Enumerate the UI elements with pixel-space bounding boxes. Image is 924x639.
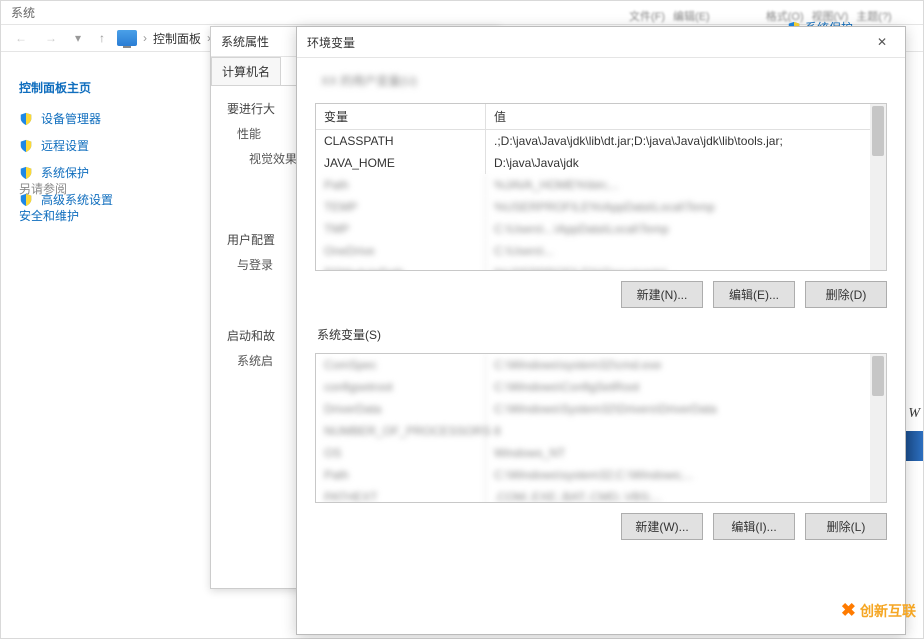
table-row[interactable]: PSModulePath%USERPROFILE%\Documents\... — [316, 262, 886, 271]
scrollbar[interactable] — [870, 104, 886, 270]
cell-val: 8 — [486, 420, 886, 442]
sidebar-item-label: 设备管理器 — [41, 110, 101, 127]
sys-delete-button[interactable]: 删除(L) — [805, 513, 887, 540]
cell-var: NUMBER_OF_PROCESSORS — [316, 420, 486, 442]
cell-var: JAVA_HOME — [316, 152, 486, 174]
footer-link[interactable]: 安全和维护 — [19, 207, 79, 224]
cell-val: %USERPROFILE%\Documents\... — [486, 262, 886, 271]
cell-val: %USERPROFILE%\AppData\Local\Temp — [486, 196, 886, 218]
scroll-thumb[interactable] — [872, 356, 884, 396]
cell-var: TEMP — [316, 196, 486, 218]
up-arrow-icon[interactable]: ↑ — [93, 29, 111, 47]
sys-new-button[interactable]: 新建(W)... — [621, 513, 703, 540]
user-variables-list[interactable]: 变量 值 CLASSPATH.;D:\java\Java\jdk\lib\dt.… — [315, 103, 887, 271]
bc-sep-icon: › — [143, 31, 147, 45]
user-delete-button[interactable]: 删除(D) — [805, 281, 887, 308]
watermark: ✖ 创新互联 — [833, 596, 924, 625]
table-row[interactable]: TEMP%USERPROFILE%\AppData\Local\Temp — [316, 196, 886, 218]
cell-val: C:\Windows\ConfigSetRoot — [486, 376, 886, 398]
forward-arrow-icon[interactable]: → — [39, 29, 63, 47]
table-row[interactable]: PATHEXT.COM;.EXE;.BAT;.CMD;.VBS;... — [316, 486, 886, 503]
shield-icon — [19, 166, 33, 180]
cell-var: TMP — [316, 218, 486, 240]
table-row[interactable]: OneDriveC:\Users\... — [316, 240, 886, 262]
sidebar-heading[interactable]: 控制面板主页 — [19, 79, 193, 96]
table-row[interactable]: CLASSPATH.;D:\java\Java\jdk\lib\dt.jar;D… — [316, 130, 886, 152]
table-row[interactable]: JAVA_HOMED:\java\Java\jdk — [316, 152, 886, 174]
sidebar-item-1[interactable]: 远程设置 — [19, 137, 193, 154]
cell-val: .;D:\java\Java\jdk\lib\dt.jar;D:\java\Ja… — [486, 130, 886, 152]
cell-var: Path — [316, 464, 486, 486]
sidebar-item-0[interactable]: 设备管理器 — [19, 110, 193, 127]
table-row[interactable]: DriverDataC:\Windows\System32\Drivers\Dr… — [316, 398, 886, 420]
table-row[interactable]: PathC:\Windows\system32;C:\Windows;... — [316, 464, 886, 486]
scroll-thumb[interactable] — [872, 106, 884, 156]
pc-icon — [117, 30, 137, 46]
cell-var: ComSpec — [316, 354, 486, 376]
system-variables-group: ComSpecC:\Windows\system32\cmd.execonfig… — [315, 353, 887, 540]
sys-var-section-label: 系统变量(S) — [317, 326, 887, 343]
table-row[interactable]: Path%JAVA_HOME%\bin;... — [316, 174, 886, 196]
table-row[interactable]: TMPC:\Users\...\AppData\Local\Temp — [316, 218, 886, 240]
shield-icon — [19, 139, 33, 153]
footer-heading: 另请参阅 — [19, 180, 79, 197]
breadcrumb-root[interactable]: 控制面板 — [153, 30, 201, 47]
sidebar-item-label: 系统保护 — [41, 164, 89, 181]
sidebar-footer: 另请参阅 安全和维护 — [19, 180, 79, 224]
decorative-band — [905, 431, 923, 461]
scrollbar[interactable] — [870, 354, 886, 502]
cell-var: Path — [316, 174, 486, 196]
decorative-w: W — [908, 406, 920, 422]
cell-val: .COM;.EXE;.BAT;.CMD;.VBS;... — [486, 486, 886, 503]
col-header-var[interactable]: 变量 — [316, 104, 486, 129]
sidebar-item-label: 远程设置 — [41, 137, 89, 154]
cell-val: %JAVA_HOME%\bin;... — [486, 174, 886, 196]
user-edit-button[interactable]: 编辑(E)... — [713, 281, 795, 308]
user-variables-group: 变量 值 CLASSPATH.;D:\java\Java\jdk\lib\dt.… — [315, 103, 887, 308]
sidebar-item-2[interactable]: 系统保护 — [19, 164, 193, 181]
table-row[interactable]: configsetrootC:\Windows\ConfigSetRoot — [316, 376, 886, 398]
cell-var: CLASSPATH — [316, 130, 486, 152]
cell-val: Windows_NT — [486, 442, 886, 464]
user-new-button[interactable]: 新建(N)... — [621, 281, 703, 308]
col-header-val[interactable]: 值 — [486, 104, 886, 129]
shield-icon — [19, 112, 33, 126]
sys-edit-button[interactable]: 编辑(I)... — [713, 513, 795, 540]
system-variables-list[interactable]: ComSpecC:\Windows\system32\cmd.execonfig… — [315, 353, 887, 503]
cell-var: OneDrive — [316, 240, 486, 262]
table-row[interactable]: NUMBER_OF_PROCESSORS8 — [316, 420, 886, 442]
cell-val: D:\java\Java\jdk — [486, 152, 886, 174]
cell-var: DriverData — [316, 398, 486, 420]
back-arrow-icon[interactable]: ← — [9, 29, 33, 47]
tab-computer-name[interactable]: 计算机名 — [211, 57, 281, 85]
watermark-icon: ✖ — [841, 600, 856, 621]
cell-var: configsetroot — [316, 376, 486, 398]
cell-val: C:\Users\... — [486, 240, 886, 262]
close-icon[interactable]: ✕ — [869, 33, 895, 51]
cell-var: PATHEXT — [316, 486, 486, 503]
cell-var: OS — [316, 442, 486, 464]
cell-var: PSModulePath — [316, 262, 486, 271]
cell-val: C:\Users\...\AppData\Local\Temp — [486, 218, 886, 240]
table-row[interactable]: OSWindows_NT — [316, 442, 886, 464]
environment-variables-dialog: 环境变量 ✕ XX 的用户变量(U) 变量 值 CLASSPATH.;D:\ja… — [296, 26, 906, 635]
env-title: 环境变量 — [307, 34, 355, 51]
recent-dropdown-icon[interactable]: ▾ — [69, 29, 87, 47]
cell-val: C:\Windows\system32\cmd.exe — [486, 354, 886, 376]
user-var-section-label: XX 的用户变量(U) — [321, 72, 887, 89]
cell-val: C:\Windows\System32\Drivers\DriverData — [486, 398, 886, 420]
cell-val: C:\Windows\system32;C:\Windows;... — [486, 464, 886, 486]
table-row[interactable]: ComSpecC:\Windows\system32\cmd.exe — [316, 354, 886, 376]
sidebar: 控制面板主页 设备管理器远程设置系统保护高级系统设置 另请参阅 安全和维护 — [1, 61, 211, 236]
